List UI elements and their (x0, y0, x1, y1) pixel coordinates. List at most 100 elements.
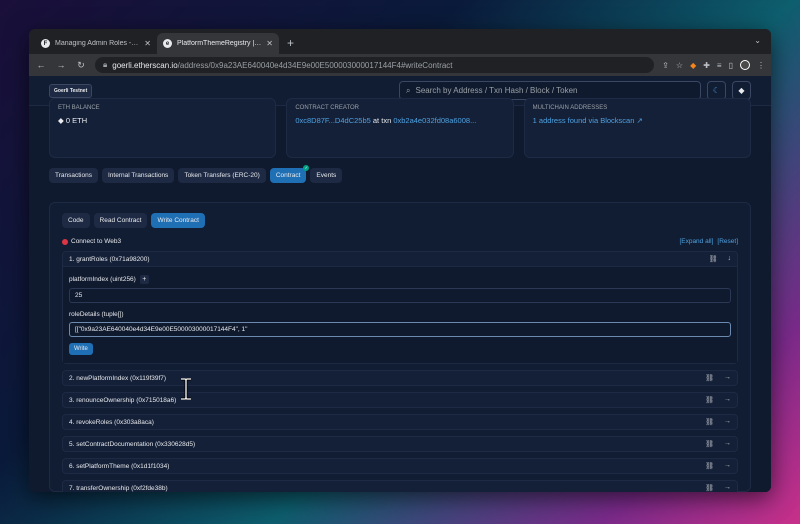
search-icon: ⌕ (406, 85, 411, 95)
arrow-right-icon[interactable]: → (724, 484, 731, 492)
close-icon[interactable]: ✕ (144, 39, 151, 48)
search-placeholder: Search by Address / Txn Hash / Block / T… (415, 86, 578, 95)
arrow-right-icon[interactable]: → (724, 418, 731, 426)
function-grant-roles: 1. grantRoles (0x71a98200) ⛓ ↓ platformIn… (62, 251, 738, 364)
arrow-right-icon[interactable]: → (724, 374, 731, 382)
function-label: 3. renounceOwnership (0x715018a6) (69, 396, 177, 404)
tab-transactions[interactable]: Transactions (49, 168, 98, 183)
function-label: 5. setContractDocumentation (0x330628d5) (69, 440, 196, 448)
role-details-input[interactable]: [["0x9a23AE640040e4d34E9e00E500003000017… (69, 322, 731, 337)
multichain-label: MULTICHAIN ADDRESSES (532, 105, 608, 111)
subtab-read-contract[interactable]: Read Contract (93, 213, 148, 228)
network-badge[interactable]: Goerli Testnet (49, 83, 93, 98)
tab-token-transfers[interactable]: Token Transfers (ERC-20) (178, 168, 266, 183)
share-icon[interactable]: ⇪ (662, 61, 669, 70)
link-icon[interactable]: ⛓ (705, 484, 714, 492)
page-content: Goerli Testnet ⌕ Search by Address / Txn… (29, 76, 771, 492)
browser-tab-1[interactable]: F Managing Admin Roles - Flexib ✕ (35, 33, 157, 54)
function-set-platform-theme: 6. setPlatformTheme (0x1d1f1034) ⛓ → (62, 458, 738, 474)
overview-cards: ETH BALANCE ◆ 0 ETH CONTRACT CREATOR 0xc… (29, 98, 771, 158)
eth-balance-label: ETH BALANCE (58, 105, 100, 111)
reload-icon[interactable]: ↻ (75, 60, 87, 71)
blockscan-link[interactable]: 1 address found via Blockscan (533, 116, 635, 125)
function-set-contract-documentation: 5. setContractDocumentation (0x330628d5)… (62, 436, 738, 452)
function-label: 6. setPlatformTheme (0x1d1f1034) (69, 462, 170, 470)
address-bar[interactable]: 🔒︎ goerli.etherscan.io/address/0x9a23AE6… (95, 57, 655, 73)
connect-web3-button[interactable]: Connect to Web3 (71, 238, 121, 245)
sidebar-icon[interactable]: ▯ (729, 61, 733, 70)
chevron-down-icon[interactable]: ↓ (728, 255, 732, 263)
expand-all-link[interactable]: [Expand all] (679, 238, 713, 245)
function-header[interactable]: 5. setContractDocumentation (0x330628d5)… (63, 437, 737, 451)
subtab-write-contract[interactable]: Write Contract (151, 213, 205, 228)
chevron-down-icon[interactable]: ⌄ (754, 36, 761, 45)
reading-list-icon[interactable]: ≡ (717, 61, 722, 70)
multichain-card: MULTICHAIN ADDRESSES 1 address found via… (523, 98, 751, 158)
text-cursor-icon (181, 378, 191, 400)
connect-row: Connect to Web3 [Expand all] [Reset] (62, 238, 738, 245)
new-tab-icon[interactable]: + (279, 36, 302, 54)
param-label: platformIndex (uint256) (69, 276, 136, 283)
function-header[interactable]: 6. setPlatformTheme (0x1d1f1034) ⛓ → (63, 459, 737, 473)
toolbar-icons: ⇪ ☆ ◆ ✚ ≡ ▯ ⋮ (662, 60, 765, 70)
link-icon[interactable]: ⛓ (705, 440, 714, 448)
contract-panel: Code Read Contract Write Contract Connec… (49, 202, 751, 492)
function-body: platformIndex (uint256) + 25 roleDetails… (63, 266, 737, 363)
forward-icon[interactable]: → (55, 60, 67, 70)
link-icon[interactable]: ⛓ (705, 396, 714, 404)
back-icon[interactable]: ← (35, 60, 47, 70)
tab-strip: F Managing Admin Roles - Flexib ✕ e Plat… (29, 29, 771, 54)
metamask-icon[interactable]: ◆ (690, 61, 696, 70)
function-transfer-ownership: 7. transferOwnership (0xf2fde38b) ⛓ → (62, 480, 738, 492)
address-tabs: Transactions Internal Transactions Token… (29, 165, 771, 183)
menu-icon[interactable]: ⋮ (757, 61, 765, 70)
function-header[interactable]: 1. grantRoles (0x71a98200) ⛓ ↓ (63, 252, 737, 266)
function-header[interactable]: 3. renounceOwnership (0x715018a6) ⛓ → (63, 393, 737, 407)
browser-tab-2[interactable]: e PlatformThemeRegistry | Addr ✕ (157, 33, 279, 54)
favicon-icon: F (41, 39, 50, 48)
arrow-right-icon[interactable]: → (724, 440, 731, 448)
profile-avatar[interactable] (740, 60, 750, 70)
extensions-icon[interactable]: ✚ (703, 61, 710, 70)
plus-icon[interactable]: + (139, 275, 149, 284)
close-icon[interactable]: ✕ (266, 39, 273, 48)
function-label: 1. grantRoles (0x71a98200) (69, 255, 150, 263)
function-label: 7. transferOwnership (0xf2fde38b) (69, 484, 168, 492)
arrow-right-icon[interactable]: → (724, 396, 731, 404)
tab-title: PlatformThemeRegistry | Addr (177, 40, 262, 47)
link-icon[interactable]: ⛓ (705, 418, 714, 426)
tab-contract-label: Contract (275, 172, 301, 179)
contract-subtabs: Code Read Contract Write Contract (62, 213, 738, 228)
function-new-platform-index: 2. newPlatformIndex (0x119f39f7) ⛓ → (62, 370, 738, 386)
function-renounce-ownership: 3. renounceOwnership (0x715018a6) ⛓ → (62, 392, 738, 408)
contract-creator-card: CONTRACT CREATOR 0xc8D87F...D4dC25b5 at … (286, 98, 514, 158)
reset-link[interactable]: [Reset] (717, 238, 738, 245)
function-revoke-roles: 4. revokeRoles (0x303a8aca) ⛓ → (62, 414, 738, 430)
browser-window: F Managing Admin Roles - Flexib ✕ e Plat… (29, 29, 771, 492)
browser-toolbar: ← → ↻ 🔒︎ goerli.etherscan.io/address/0x9… (29, 54, 771, 76)
function-header[interactable]: 4. revokeRoles (0x303a8aca) ⛓ → (63, 415, 737, 429)
lock-icon: 🔒︎ (103, 60, 108, 69)
tab-internal-transactions[interactable]: Internal Transactions (101, 168, 175, 183)
link-icon[interactable]: ⛓ (705, 462, 714, 470)
url-host: goerli.etherscan.io (112, 60, 178, 70)
function-label: 2. newPlatformIndex (0x119f39f7) (69, 374, 167, 382)
link-icon[interactable]: ⛓ (705, 374, 714, 382)
function-header[interactable]: 2. newPlatformIndex (0x119f39f7) ⛓ → (63, 371, 737, 385)
subtab-code[interactable]: Code (62, 213, 90, 228)
platform-index-input[interactable]: 25 (69, 288, 731, 303)
verified-check-icon: ✓ (303, 165, 310, 171)
external-link-icon: ↗ (636, 116, 643, 125)
tab-events[interactable]: Events (310, 168, 343, 183)
tab-contract[interactable]: Contract ✓ (269, 165, 310, 183)
creator-label: CONTRACT CREATOR (295, 105, 359, 111)
creator-txn-link[interactable]: 0xb2a4e032fd08a6008... (393, 116, 476, 125)
arrow-right-icon[interactable]: → (724, 462, 731, 470)
creator-address-link[interactable]: 0xc8D87F...D4dC25b5 (295, 116, 370, 125)
eth-balance-value: 0 ETH (65, 116, 88, 125)
star-icon[interactable]: ☆ (676, 61, 683, 70)
write-button[interactable]: Write (69, 343, 93, 355)
eth-icon: ◆ (58, 116, 66, 125)
function-header[interactable]: 7. transferOwnership (0xf2fde38b) ⛓ → (63, 481, 737, 492)
link-icon[interactable]: ⛓ (709, 255, 718, 263)
